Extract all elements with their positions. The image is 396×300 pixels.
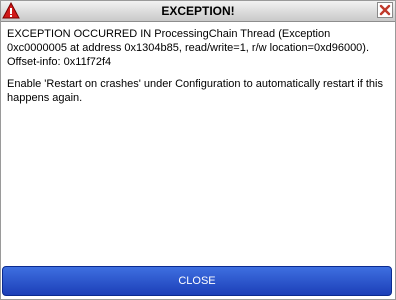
close-x-icon[interactable]: [377, 2, 393, 18]
exception-message: EXCEPTION OCCURRED IN ProcessingChain Th…: [7, 28, 370, 68]
message-area: EXCEPTION OCCURRED IN ProcessingChain Th…: [7, 27, 387, 113]
exception-dialog: EXCEPTION! EXCEPTION OCCURRED IN Process…: [0, 0, 396, 300]
dialog-title: EXCEPTION!: [161, 4, 235, 18]
restart-hint: Enable 'Restart on crashes' under Config…: [7, 78, 383, 104]
close-button-label: CLOSE: [178, 275, 216, 287]
title-bar: EXCEPTION!: [1, 1, 395, 22]
close-button[interactable]: CLOSE: [2, 266, 392, 296]
